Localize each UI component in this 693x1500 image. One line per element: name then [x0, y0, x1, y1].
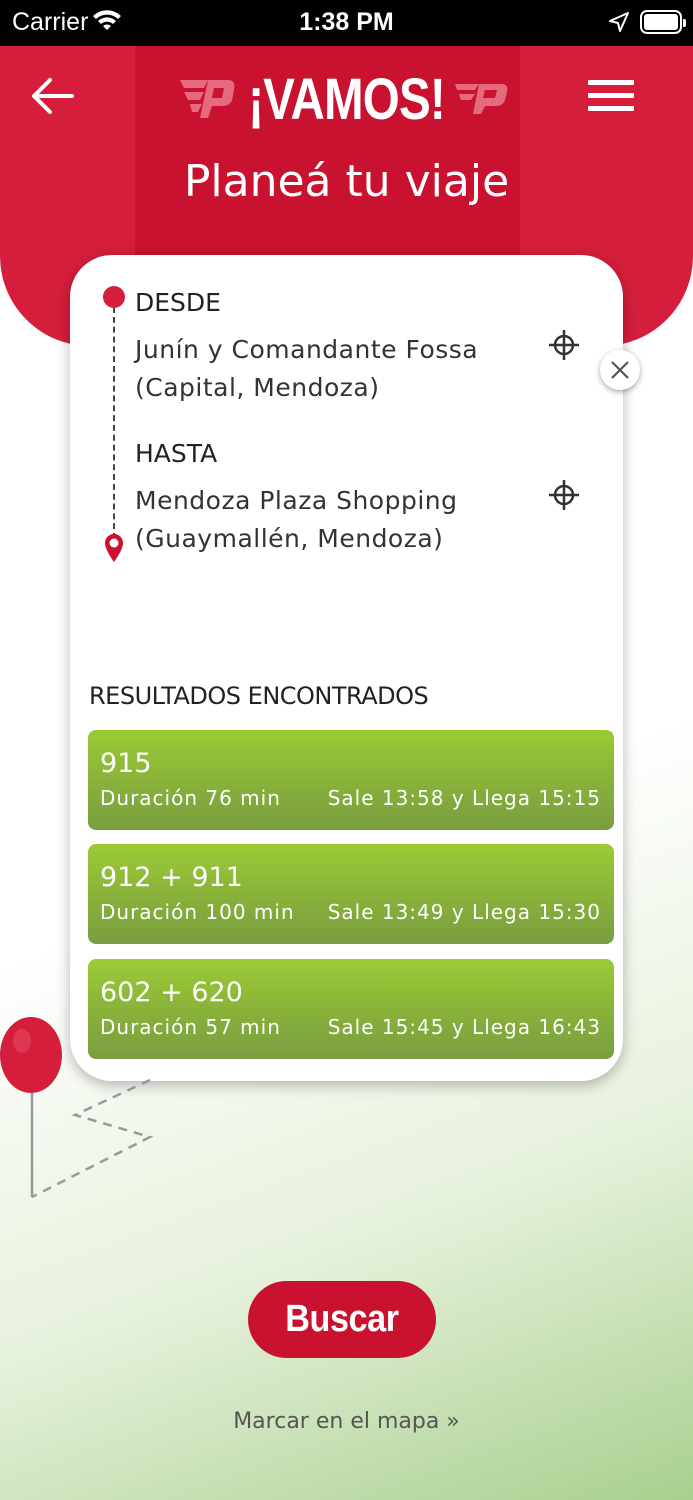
close-icon: [611, 361, 629, 379]
origin-dot-icon: [103, 286, 125, 308]
to-address-line1: Mendoza Plaza Shopping: [135, 486, 458, 515]
from-address[interactable]: Junín y Comandante Fossa (Capital, Mendo…: [135, 331, 545, 407]
from-address-line1: Junín y Comandante Fossa: [135, 335, 479, 364]
result-route: 915: [100, 748, 152, 779]
to-address-line2: (Guaymallén, Mendoza): [135, 524, 444, 553]
result-item[interactable]: 912 + 911 Duración 100 min Sale 13:49 y …: [88, 844, 614, 944]
status-bar: Carrier 1:38 PM: [0, 0, 693, 46]
result-route: 912 + 911: [100, 862, 243, 893]
brand-logo-text: ¡VAMOS!: [248, 67, 446, 132]
destination-pin-icon: [104, 533, 124, 567]
clock-time: 1:38 PM: [299, 8, 394, 36]
result-duration: Duración 76 min: [100, 786, 281, 810]
crosshair-icon[interactable]: [548, 479, 580, 511]
result-item[interactable]: 915 Duración 76 min Sale 13:58 y Llega 1…: [88, 730, 614, 830]
result-times: Sale 13:49 y Llega 15:30: [327, 900, 601, 924]
hamburger-menu-icon[interactable]: [588, 80, 634, 118]
to-address[interactable]: Mendoza Plaza Shopping (Guaymallén, Mend…: [135, 482, 545, 558]
search-button[interactable]: Buscar: [248, 1281, 436, 1358]
from-label: DESDE: [135, 288, 221, 317]
trip-planner-card: DESDE Junín y Comandante Fossa (Capital,…: [70, 255, 640, 1081]
result-duration: Duración 100 min: [100, 900, 295, 924]
location-arrow-icon: [608, 11, 630, 37]
result-item[interactable]: 602 + 620 Duración 57 min Sale 15:45 y L…: [88, 959, 614, 1059]
balloon-decoration-icon: [0, 1015, 160, 1209]
result-route: 602 + 620: [100, 977, 243, 1008]
results-heading: RESULTADOS ENCONTRADOS: [89, 682, 429, 710]
crosshair-icon[interactable]: [548, 329, 580, 361]
close-button[interactable]: [600, 350, 640, 390]
result-times: Sale 15:45 y Llega 16:43: [327, 1015, 601, 1039]
search-button-label: Buscar: [285, 1298, 399, 1340]
mark-on-map-link[interactable]: Marcar en el mapa »: [0, 1409, 693, 1434]
battery-icon: [640, 10, 686, 34]
from-address-line2: (Capital, Mendoza): [135, 373, 380, 402]
to-label: HASTA: [135, 439, 218, 468]
route-dashed-line: [113, 307, 115, 539]
page-title: Planeá tu viaje: [183, 156, 510, 207]
result-times: Sale 13:58 y Llega 15:15: [327, 786, 601, 810]
